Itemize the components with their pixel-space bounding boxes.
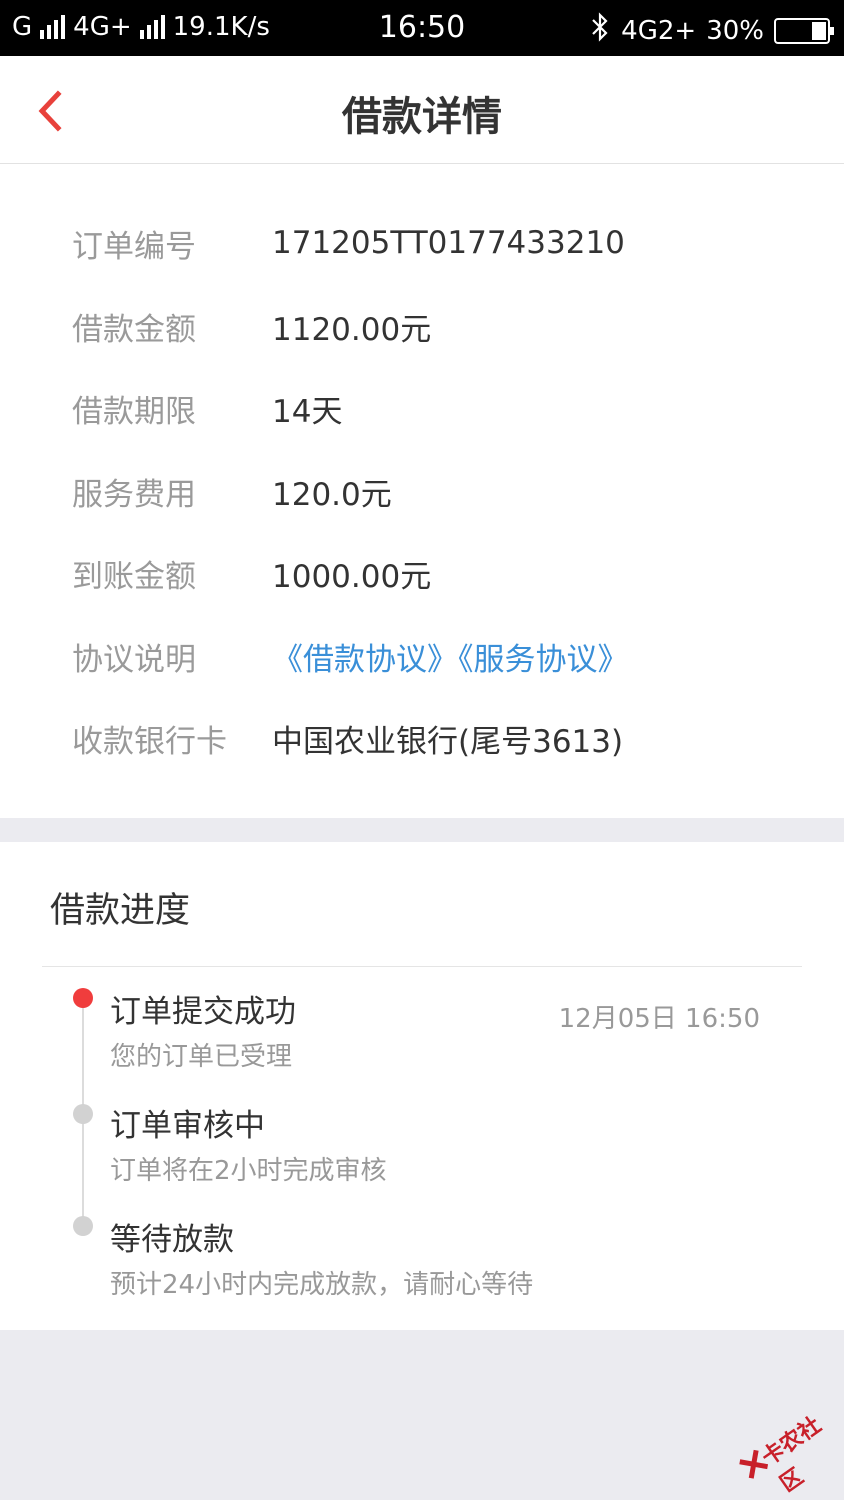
detail-label: 到账金额 [72,558,196,595]
step-title: 等待放款 [110,1222,234,1258]
battery-fill [812,21,826,40]
step-title: 订单审核中 [110,1108,265,1144]
watermark-text: 卡农社区 [757,1412,826,1498]
bluetooth-icon [589,12,611,49]
step-time: 12月05日 16:50 [558,1004,760,1034]
detail-label: 借款期限 [72,393,196,430]
page-title: 借款详情 [342,94,502,140]
loan-amount: 1120.00元 [272,311,432,348]
step-title: 订单提交成功 [110,994,296,1030]
step-desc: 您的订单已受理 [110,1042,293,1072]
watermark-logo: 卡农社区 [723,1386,844,1500]
service-fee: 120.0元 [272,476,392,513]
detail-label: 订单编号 [72,228,196,265]
status-right: 4G2+ 30% [589,12,834,49]
agreement-links[interactable]: 《借款协议》《服务协议》 [272,634,629,679]
detail-label: 协议说明 [72,641,196,678]
detail-row-received: 到账金额 1000.00元 [72,548,431,598]
status-bar: G 4G+ 19.1K/s 16:50 4G2+ 30% [0,0,844,56]
detail-row-bank-card: 收款银行卡 中国农业银行(尾号3613) [72,713,623,763]
detail-row-term: 借款期限 14天 [72,383,342,433]
step-desc: 订单将在2小时完成审核 [110,1156,387,1186]
loan-progress: 借款进度 订单提交成功 12月05日 16:50 您的订单已受理 订单审核中 订… [0,842,844,1330]
step-desc: 预计24小时内完成放款，请耐心等待 [110,1270,534,1300]
bank-card: 中国农业银行(尾号3613) [272,723,624,760]
loan-term: 14天 [272,393,343,430]
loan-details: 订单编号 171205TT0177433210 借款金额 1120.00元 借款… [0,164,844,818]
received-amount: 1000.00元 [272,558,432,595]
detail-row-amount: 借款金额 1120.00元 [72,301,431,351]
battery-percent: 30% [706,15,764,46]
detail-row-fee: 服务费用 120.0元 [72,466,392,516]
detail-label: 收款银行卡 [72,723,227,760]
timeline-dot-active [73,988,93,1008]
detail-label: 借款金额 [72,311,196,348]
nav-bar: 借款详情 [0,56,844,164]
divider [42,966,802,967]
detail-row-agreement: 协议说明 《借款协议》《服务协议》 [72,631,629,681]
order-number: 171205TT0177433210 [272,225,625,261]
progress-title: 借款进度 [50,891,191,931]
battery-icon [774,17,834,44]
timeline-dot [73,1216,93,1236]
detail-row-order-no: 订单编号 171205TT0177433210 [72,218,625,268]
detail-label: 服务费用 [72,476,196,513]
network-type: 4G2+ [621,15,697,46]
timeline-dot [73,1104,93,1124]
